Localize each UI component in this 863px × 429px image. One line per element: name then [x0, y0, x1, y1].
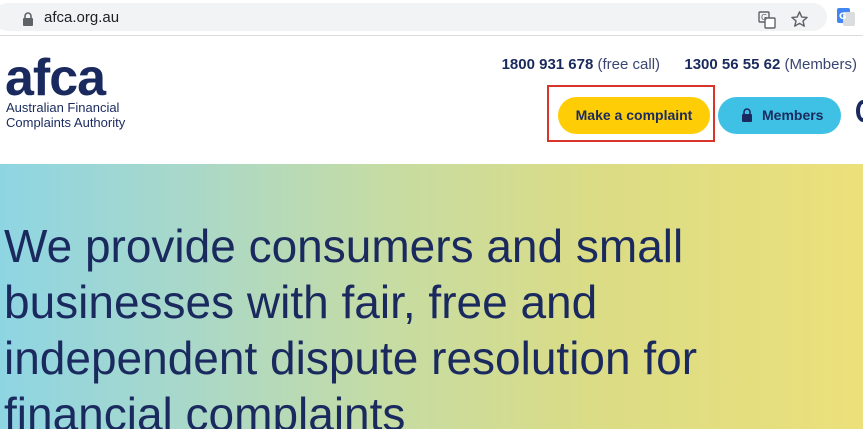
- search-icon[interactable]: [856, 100, 863, 122]
- logo-subtitle-line1: Australian Financial: [6, 100, 120, 115]
- site-header: afca Australian Financial Complaints Aut…: [0, 36, 863, 164]
- address-bar[interactable]: afca.org.au G: [0, 3, 827, 31]
- logo-subtitle-line2: Complaints Authority: [6, 115, 126, 130]
- bookmark-star-icon[interactable]: [790, 10, 809, 29]
- make-a-complaint-button[interactable]: Make a complaint: [558, 97, 710, 134]
- google-translate-extension-icon[interactable]: G: [836, 7, 856, 27]
- logo-subtitle: Australian Financial Complaints Authorit…: [6, 100, 125, 130]
- url-text[interactable]: afca.org.au: [44, 9, 119, 27]
- phone-free-call[interactable]: 1800 931 678: [502, 56, 594, 73]
- members-button-label: Members: [762, 107, 824, 123]
- translate-icon[interactable]: G: [758, 11, 776, 29]
- phone-members-note: (Members): [784, 56, 857, 73]
- hero-headline: We provide consumers and small businesse…: [4, 220, 698, 429]
- phone-free-call-note: (free call): [597, 56, 661, 73]
- hero-banner: We provide consumers and small businesse…: [0, 164, 863, 429]
- svg-text:G: G: [839, 12, 846, 22]
- padlock-icon: [742, 108, 752, 122]
- lock-icon[interactable]: [22, 12, 34, 26]
- browser-toolbar: afca.org.au G G: [0, 0, 863, 36]
- afca-logo[interactable]: afca: [5, 50, 106, 106]
- phone-members[interactable]: 1300 56 55 62: [684, 56, 780, 73]
- contact-phones: 1800 931 678 (free call) 1300 56 55 62 (…: [502, 56, 857, 73]
- svg-text:G: G: [761, 13, 767, 22]
- members-button[interactable]: Members: [718, 97, 841, 134]
